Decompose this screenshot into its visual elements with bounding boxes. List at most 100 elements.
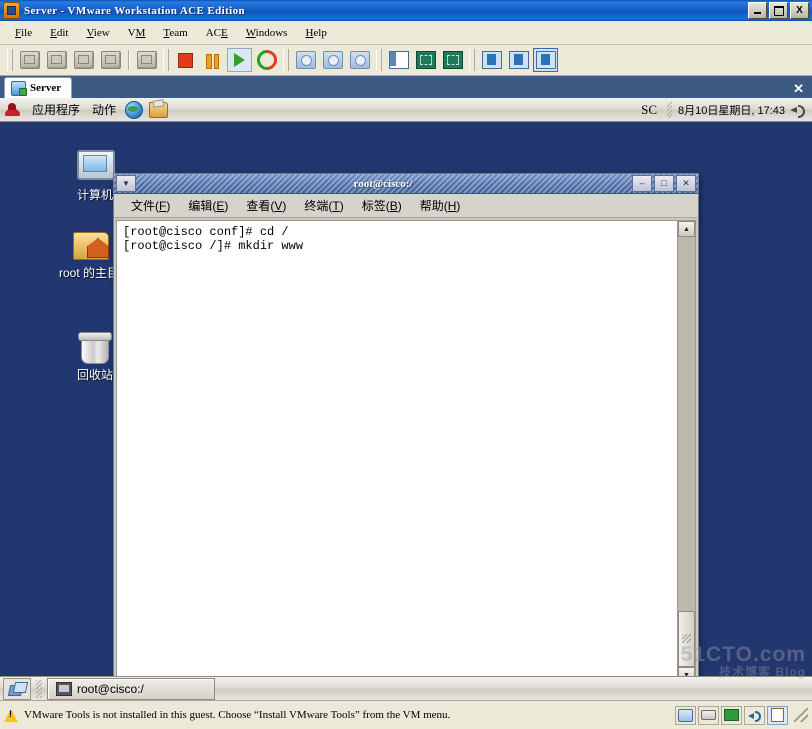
terminal-menu-terminal[interactable]: 终端(T) bbox=[295, 195, 352, 216]
edit-vm-settings-icon bbox=[481, 51, 502, 69]
snapshot-manager-small-button[interactable] bbox=[134, 48, 159, 72]
quick-switch-button[interactable] bbox=[440, 48, 465, 72]
quick-switch-icon bbox=[442, 51, 463, 69]
minimize-button[interactable] bbox=[748, 2, 767, 19]
menu-windows[interactable]: Windows bbox=[237, 24, 297, 42]
menu-ace[interactable]: ACE bbox=[197, 24, 237, 42]
power-on-this-vm-button[interactable] bbox=[71, 48, 96, 72]
terminal-menu-view[interactable]: 查看(V) bbox=[237, 195, 295, 216]
terminal-minimize-button[interactable]: – bbox=[632, 175, 652, 192]
power-off-button[interactable] bbox=[173, 48, 198, 72]
connect-device-button[interactable] bbox=[98, 48, 123, 72]
show-sidebar-icon bbox=[388, 51, 409, 69]
applications-menu[interactable]: 应用程序 bbox=[32, 101, 80, 118]
cd-rom-indicator[interactable] bbox=[698, 705, 719, 725]
power-on-button[interactable] bbox=[227, 48, 252, 72]
tab-label: Server bbox=[30, 82, 62, 94]
console-view-button[interactable] bbox=[533, 48, 558, 72]
virtual-machine-icon bbox=[11, 80, 27, 96]
terminal-menu-file[interactable]: 文件(F) bbox=[122, 195, 179, 216]
menu-bar: FFileile Edit View VM Team ACE Windows H… bbox=[0, 21, 812, 45]
terminal-maximize-button[interactable]: □ bbox=[654, 175, 674, 192]
menu-view[interactable]: View bbox=[77, 24, 118, 42]
toolbar-grip[interactable] bbox=[163, 49, 169, 71]
toolbar-grip[interactable] bbox=[376, 49, 382, 71]
edit-vm-settings-button[interactable] bbox=[479, 48, 504, 72]
scrollbar-thumb[interactable] bbox=[678, 611, 695, 667]
gnome-taskbar: root@cisco:/ bbox=[0, 676, 812, 700]
manage-snapshots-button[interactable] bbox=[347, 48, 372, 72]
show-desktop-button[interactable] bbox=[3, 677, 31, 700]
menu-team[interactable]: Team bbox=[154, 24, 196, 42]
new-virtual-machine-icon bbox=[19, 51, 40, 69]
hard-disk-indicator[interactable] bbox=[675, 705, 696, 725]
close-button[interactable]: X bbox=[790, 2, 809, 19]
terminal-close-button[interactable]: ✕ bbox=[676, 175, 696, 192]
tab-server[interactable]: Server bbox=[4, 77, 73, 98]
terminal-menu-tabs[interactable]: 标签(B) bbox=[353, 195, 411, 216]
network-adapter-icon bbox=[724, 709, 739, 721]
suspend-button[interactable] bbox=[200, 48, 225, 72]
power-off-icon bbox=[178, 52, 193, 68]
menu-help[interactable]: Help bbox=[296, 24, 335, 42]
close-tab-button[interactable]: ✕ bbox=[793, 82, 804, 95]
terminal-icon bbox=[56, 681, 72, 696]
status-bar: VMware Tools is not installed in this gu… bbox=[0, 700, 812, 729]
reset-icon bbox=[252, 46, 281, 74]
console-view-icon bbox=[535, 51, 556, 69]
email-icon[interactable] bbox=[149, 101, 169, 118]
terminal-output[interactable]: [root@cisco conf]# cd / [root@cisco /]# … bbox=[117, 221, 677, 683]
hard-disk-icon bbox=[678, 708, 693, 722]
vmware-workstation-window: Server - VMware Workstation ACE Edition … bbox=[0, 0, 812, 729]
manage-snapshots-icon bbox=[349, 51, 370, 69]
terminal-window[interactable]: ▼ root@cisco:/ – □ ✕ 文件(F) 编辑(E) 查看(V) 终… bbox=[113, 173, 699, 687]
resize-grip[interactable] bbox=[794, 708, 808, 722]
scrollbar-track[interactable] bbox=[678, 237, 695, 667]
volume-icon[interactable] bbox=[790, 103, 806, 118]
web-browser-icon[interactable] bbox=[125, 100, 144, 119]
terminal-menu-edit[interactable]: 编辑(E) bbox=[179, 195, 237, 216]
maximize-button[interactable] bbox=[769, 2, 788, 19]
sound-adapter-indicator[interactable] bbox=[744, 705, 765, 725]
new-team-button[interactable] bbox=[44, 48, 69, 72]
menu-vm[interactable]: VM bbox=[119, 24, 155, 42]
actions-menu[interactable]: 动作 bbox=[92, 101, 116, 118]
toolbar-grip[interactable] bbox=[469, 49, 475, 71]
red-hat-icon[interactable] bbox=[4, 102, 21, 117]
watermark: 51CTO.com 技术博客 Blog bbox=[681, 644, 806, 678]
toolbar-separator bbox=[128, 50, 129, 70]
fullscreen-button[interactable] bbox=[413, 48, 438, 72]
clock[interactable]: 8月10日星期日, 17:43 bbox=[678, 102, 785, 118]
show-sidebar-button[interactable] bbox=[386, 48, 411, 72]
toolbar-grip[interactable] bbox=[283, 49, 289, 71]
taskbar-grip[interactable] bbox=[36, 679, 42, 698]
window-title: Server - VMware Workstation ACE Edition bbox=[24, 4, 246, 17]
summary-view-button[interactable] bbox=[506, 48, 531, 72]
panel-grip[interactable] bbox=[667, 101, 672, 118]
warning-icon bbox=[4, 708, 19, 722]
revert-snapshot-icon bbox=[322, 51, 343, 69]
terminal-title-bar[interactable]: ▼ root@cisco:/ – □ ✕ bbox=[114, 174, 698, 194]
guest-screen[interactable]: 应用程序 动作 SC 8月10日星期日, 17:43 计算机 root 的主目录… bbox=[0, 98, 812, 700]
window-menu-icon[interactable]: ▼ bbox=[116, 175, 136, 192]
toolbar bbox=[0, 45, 812, 76]
cd-rom-icon bbox=[701, 710, 716, 720]
printer-icon bbox=[771, 708, 784, 722]
summary-view-icon bbox=[508, 51, 529, 69]
printer-indicator[interactable] bbox=[767, 705, 788, 725]
scroll-up-button[interactable]: ▲ bbox=[678, 221, 695, 237]
revert-snapshot-button[interactable] bbox=[320, 48, 345, 72]
toolbar-grip[interactable] bbox=[7, 49, 13, 71]
reset-button[interactable] bbox=[252, 46, 281, 74]
input-method-indicator[interactable]: SC bbox=[641, 102, 657, 118]
new-virtual-machine-button[interactable] bbox=[17, 48, 42, 72]
terminal-menu-help[interactable]: 帮助(H) bbox=[411, 195, 470, 216]
network-adapter-indicator[interactable] bbox=[721, 705, 742, 725]
menu-edit[interactable]: Edit bbox=[41, 24, 77, 42]
terminal-body[interactable]: [root@cisco conf]# cd / [root@cisco /]# … bbox=[116, 220, 696, 684]
menu-file[interactable]: FFileile bbox=[6, 24, 41, 42]
take-snapshot-button[interactable] bbox=[293, 48, 318, 72]
taskbar-window-button[interactable]: root@cisco:/ bbox=[47, 677, 215, 700]
terminal-scrollbar[interactable]: ▲ ▼ bbox=[677, 221, 695, 683]
watermark-line1: 51CTO.com bbox=[680, 643, 806, 666]
